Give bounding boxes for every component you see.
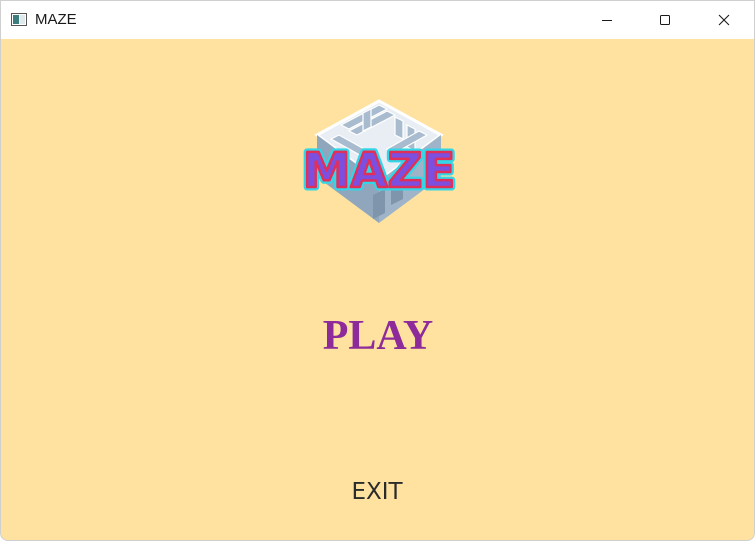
window-app-icon bbox=[11, 13, 27, 26]
exit-button[interactable]: EXIT bbox=[317, 471, 437, 513]
window-title: MAZE bbox=[35, 11, 77, 28]
maximize-button[interactable] bbox=[636, 1, 694, 39]
close-icon bbox=[718, 14, 730, 26]
maximize-icon bbox=[660, 15, 670, 25]
minimize-icon bbox=[602, 20, 612, 21]
play-button[interactable]: PLAY bbox=[278, 306, 478, 366]
maze-logo: MAZE MAZE bbox=[299, 99, 459, 223]
game-window: MAZE MAZE MAZE PLAY EXIT bbox=[0, 0, 755, 541]
logo-text: MAZE bbox=[303, 143, 456, 199]
minimize-button[interactable] bbox=[578, 1, 636, 39]
close-button[interactable] bbox=[695, 1, 753, 39]
title-bar[interactable]: MAZE bbox=[1, 1, 754, 39]
